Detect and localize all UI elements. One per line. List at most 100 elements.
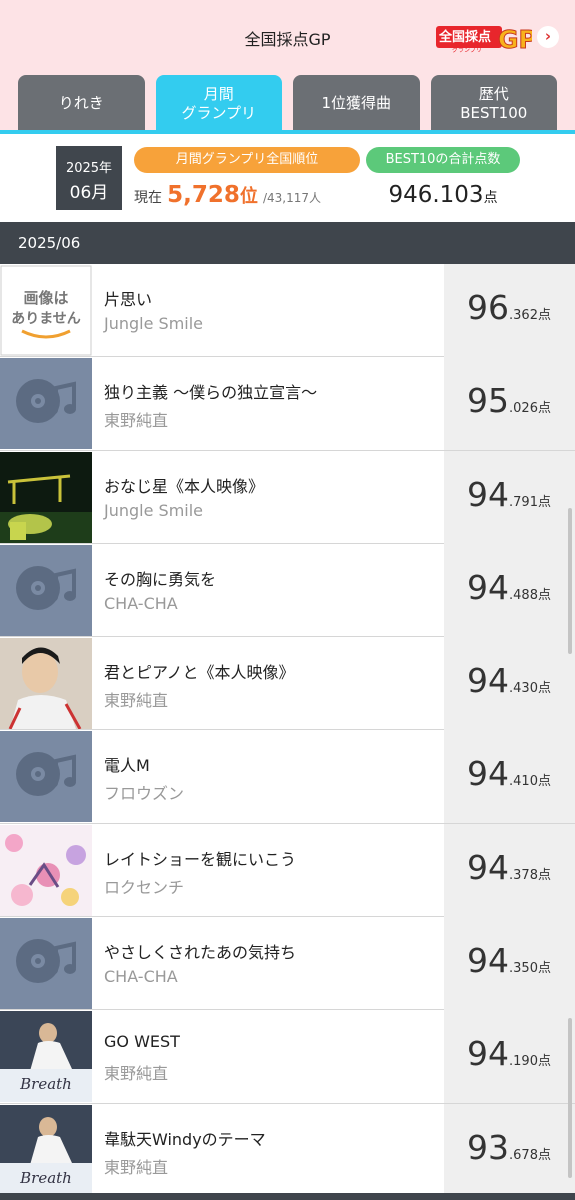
tab-history[interactable]: りれき	[18, 75, 145, 132]
tab-label: りれき	[58, 94, 104, 112]
score-cell: 94.430点	[444, 637, 575, 731]
song-title: おなじ星《本人映像》	[104, 476, 265, 496]
song-row[interactable]: おなじ星《本人映像》 Jungle Smile 94.791点	[0, 450, 575, 544]
score-cell: 94.410点	[444, 730, 575, 824]
score-unit: 点	[537, 494, 551, 510]
song-row[interactable]: レイトショーを観にいこう ロクセンチ 94.378点	[0, 823, 575, 918]
best10-total-value: 946.103	[388, 182, 484, 208]
song-artist: Jungle Smile	[104, 314, 204, 333]
svg-text:ありません: ありません	[11, 311, 81, 327]
score: 94.488点	[467, 568, 551, 607]
score: 96.362点	[467, 288, 551, 327]
score-cell: 94.791点	[444, 450, 575, 544]
song-thumbnail: Breath	[0, 1104, 92, 1196]
tab-first-place[interactable]: 1位獲得曲	[293, 75, 420, 132]
month-badge-month: 06月	[69, 183, 109, 203]
score-integer: 94	[467, 754, 510, 794]
chevron-right-icon[interactable]: ›	[537, 26, 559, 48]
score-integer: 94	[467, 661, 510, 701]
rank-prefix: 現在	[134, 190, 162, 206]
best10-total-unit: 点	[483, 190, 498, 206]
tab-all-time-best100[interactable]: 歴代 BEST100	[430, 75, 557, 132]
score-integer: 94	[467, 941, 510, 981]
song-thumbnail	[0, 638, 92, 730]
best10-label-pill: BEST10の合計点数	[366, 147, 520, 173]
no-image-placeholder: 画像は ありません	[0, 265, 92, 356]
song-artist: 東野純直	[104, 691, 169, 711]
rank-total: /43,117人	[262, 191, 321, 205]
song-row[interactable]: 君とピアノと《本人映像》 東野純直 94.430点	[0, 637, 575, 731]
score-unit: 点	[537, 774, 551, 790]
tab-monthly-grandprix[interactable]: 月間 グランプリ	[155, 75, 282, 132]
header: 全国採点 GP 全国採点 グランプリ GP › りれき 月間 グランプリ 1位獲得曲 歴…	[0, 0, 575, 134]
score: 94.791点	[467, 475, 551, 514]
score-unit: 点	[537, 681, 551, 697]
song-title: やさしくされたあの気持ち	[104, 943, 297, 963]
score-cell: 94.190点	[444, 1010, 575, 1104]
song-thumbnail: Breath	[0, 1011, 92, 1103]
song-row[interactable]: Breath 韋駄天Windyのテーマ 東野純直 93.678点	[0, 1103, 575, 1197]
score: 95.026点	[467, 381, 551, 420]
music-disc-icon	[0, 918, 92, 1010]
score-unit: 点	[537, 867, 551, 883]
song-row[interactable]: 電人M フロウズン 94.410点	[0, 730, 575, 824]
song-artist: フロウズン	[104, 784, 185, 804]
scrollbar[interactable]	[568, 508, 572, 654]
bottom-bar	[0, 1193, 575, 1200]
tab-label: 歴代 BEST100	[460, 84, 528, 122]
svg-text:全国採点: 全国採点	[438, 29, 491, 45]
song-row[interactable]: 独り主義 〜僕らの独立宣言〜 東野純直 95.026点	[0, 357, 575, 451]
song-title: GO WEST	[104, 1032, 180, 1052]
score-decimal: .488	[509, 587, 538, 603]
score-unit: 点	[537, 308, 551, 323]
score-unit: 点	[537, 1054, 551, 1070]
national-rank: 現在 5,728位 /43,117人	[134, 182, 360, 208]
score-decimal: .430	[509, 681, 538, 697]
score-decimal: .190	[509, 1054, 538, 1070]
svg-text:GP: GP	[498, 25, 532, 54]
score-decimal: .362	[509, 308, 538, 323]
song-artist: 東野純直	[104, 1157, 169, 1177]
tab-label: 1位獲得曲	[321, 94, 392, 112]
song-row[interactable]: 画像は ありません 片思い Jungle Smile 96.362点	[0, 264, 575, 358]
grand-prix-logo[interactable]: 全国採点 グランプリ GP	[436, 20, 532, 54]
month-section-header: 2025/06	[0, 222, 575, 264]
score-cell: 95.026点	[444, 357, 575, 451]
song-row[interactable]: やさしくされたあの気持ち CHA-CHA 94.350点	[0, 917, 575, 1011]
score-decimal: .410	[509, 774, 538, 790]
score-cell: 96.362点	[444, 264, 575, 357]
song-thumbnail	[0, 824, 92, 916]
summary-panel: 2025年 06月 月間グランプリ全国順位 BEST10の合計点数 現在 5,7…	[0, 134, 575, 222]
score-decimal: .350	[509, 961, 538, 977]
rank-label-pill: 月間グランプリ全国順位	[134, 147, 360, 173]
score-decimal: .026	[509, 401, 538, 417]
month-badge-year: 2025年	[65, 161, 113, 176]
score-cell: 94.378点	[444, 823, 575, 917]
score: 94.350点	[467, 941, 551, 980]
score-integer: 94	[467, 567, 510, 607]
tab-label: 月間 グランプリ	[181, 84, 257, 122]
song-title: 韋駄天Windyのテーマ	[104, 1129, 266, 1149]
music-disc-icon	[0, 544, 92, 636]
scrollbar-secondary[interactable]	[568, 1018, 572, 1178]
svg-text:画像は: 画像は	[23, 289, 68, 307]
score-unit: 点	[537, 1147, 551, 1163]
score-integer: 96	[467, 288, 510, 327]
score-integer: 93	[467, 1127, 510, 1167]
score: 93.678点	[467, 1128, 551, 1167]
song-title: レイトショーを観にいこう	[104, 849, 297, 869]
month-badge: 2025年 06月	[56, 146, 122, 210]
song-row[interactable]: Breath GO WEST 東野純直 94.190点	[0, 1010, 575, 1104]
score-unit: 点	[537, 961, 551, 977]
score-decimal: .791	[509, 494, 538, 510]
song-title: 電人M	[104, 756, 150, 776]
music-disc-icon	[0, 358, 92, 450]
song-artist: 東野純直	[104, 1064, 169, 1084]
score-cell: 94.488点	[444, 543, 575, 637]
song-row[interactable]: その胸に勇気を CHA-CHA 94.488点	[0, 543, 575, 638]
score-integer: 94	[467, 474, 510, 514]
score-decimal: .678	[509, 1147, 538, 1163]
svg-text:Breath: Breath	[19, 1075, 72, 1093]
song-artist: CHA-CHA	[104, 967, 178, 987]
score-unit: 点	[537, 587, 551, 603]
